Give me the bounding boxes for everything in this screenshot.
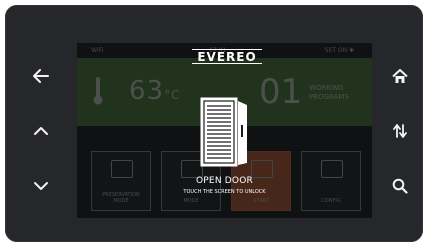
tile-label: START — [253, 198, 269, 204]
logo-bottom-line — [192, 63, 262, 64]
open-door-icon — [200, 97, 247, 167]
down-button[interactable] — [27, 172, 55, 200]
open-door-title: OPEN DOOR — [196, 176, 253, 186]
temperature-unit: °C — [164, 88, 181, 102]
unlock-hint: TOUCH THE SCREEN TO UNLOCK — [183, 189, 266, 195]
temperature-readout: 63°C — [129, 76, 180, 106]
temperature-value: 63 — [129, 76, 165, 106]
swap-vertical-icon — [393, 124, 407, 138]
wifi-status: WiFi — [91, 47, 104, 54]
home-button[interactable] — [386, 62, 414, 90]
chevron-up-icon — [34, 127, 48, 135]
back-button[interactable] — [27, 62, 55, 90]
search-button[interactable] — [386, 172, 414, 200]
brand-logo: EVEREO — [192, 47, 262, 64]
program-number: 01 — [259, 72, 303, 112]
search-icon — [392, 178, 408, 194]
home-icon — [392, 68, 408, 83]
chevron-down-icon — [34, 182, 48, 190]
status-indicators: SET ON ✱ — [324, 47, 354, 54]
tile-label: MODE — [183, 198, 199, 204]
up-button[interactable] — [27, 117, 55, 145]
arrow-left-icon — [33, 69, 49, 83]
tile-label: CONFIG — [321, 198, 341, 204]
swap-button[interactable] — [386, 117, 414, 145]
program-label: WORKING PROGRAMS — [309, 84, 349, 101]
touch-screen[interactable]: WiFi 17:01 SET ON ✱ 63°C 01 WORKING PROG… — [77, 43, 372, 218]
logo-text: EVEREO — [197, 50, 257, 64]
device-bezel: WiFi 17:01 SET ON ✱ 63°C 01 WORKING PROG… — [5, 5, 423, 242]
thermometer-icon — [93, 77, 103, 105]
